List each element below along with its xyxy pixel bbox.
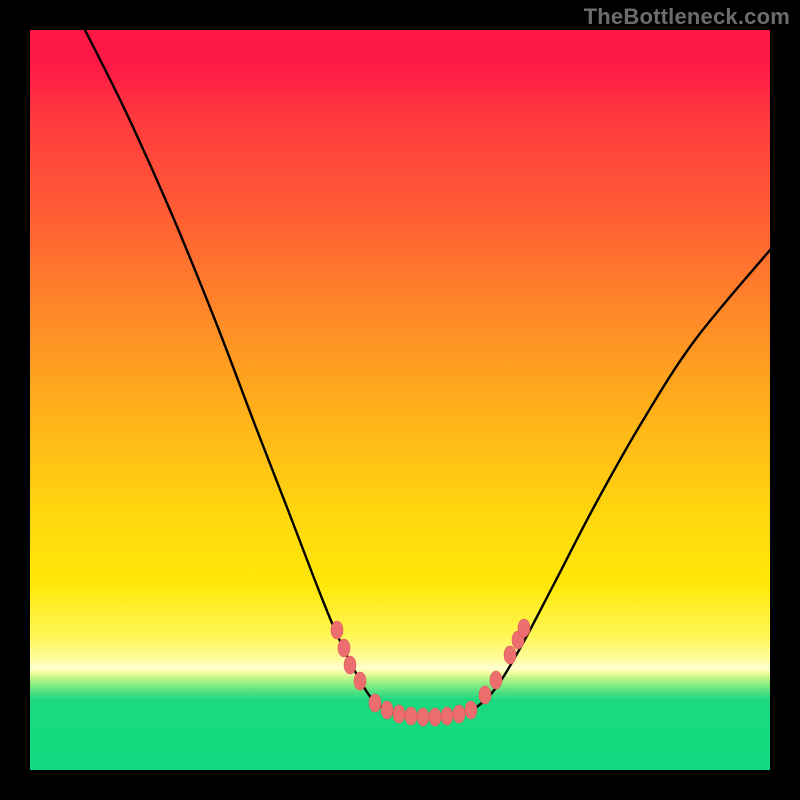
curve-marker (479, 686, 491, 704)
curve-marker (381, 701, 393, 719)
attribution-text: TheBottleneck.com (584, 4, 790, 30)
curve-marker (393, 705, 405, 723)
curve-marker (518, 619, 530, 637)
chart-svg (30, 30, 770, 770)
curve-marker (453, 705, 465, 723)
curve-marker (490, 671, 502, 689)
curve-marker (344, 656, 356, 674)
bottleneck-curve (85, 30, 770, 718)
curve-marker (405, 707, 417, 725)
curve-marker (338, 639, 350, 657)
curve-marker (441, 707, 453, 725)
curve-marker (429, 708, 441, 726)
plot-area (30, 30, 770, 770)
curve-marker (465, 701, 477, 719)
curve-marker (331, 621, 343, 639)
curve-marker (354, 672, 366, 690)
curve-markers (331, 619, 530, 726)
curve-marker (417, 708, 429, 726)
curve-marker (369, 694, 381, 712)
curve-marker (504, 646, 516, 664)
